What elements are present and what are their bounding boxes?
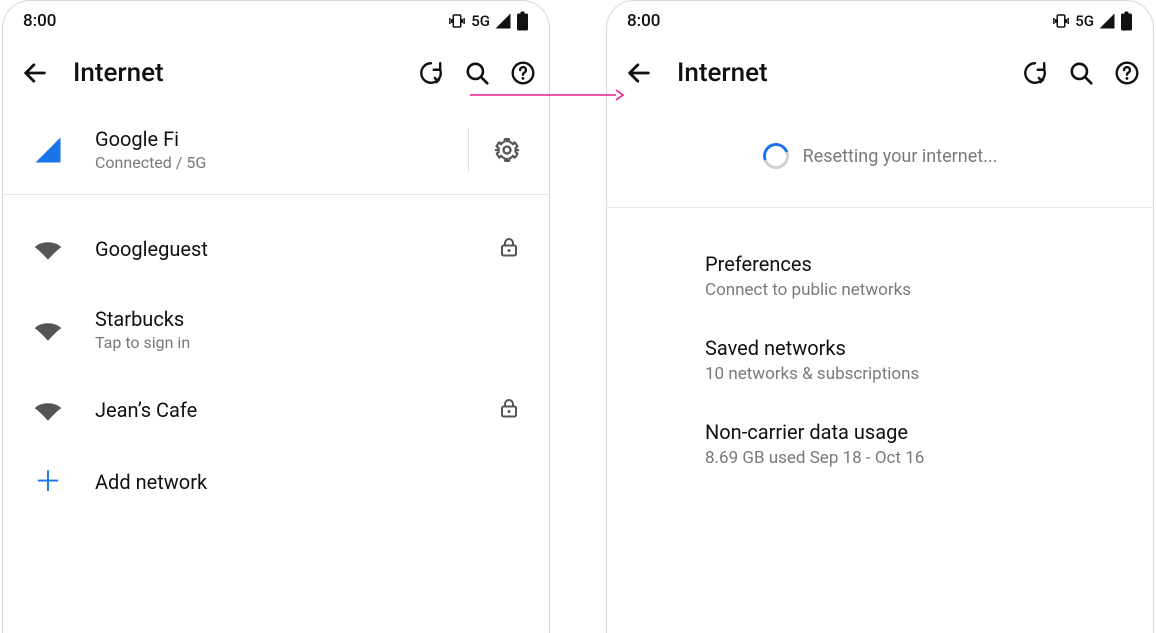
back-button[interactable] — [625, 59, 653, 87]
toolbar: Internet — [3, 41, 549, 105]
network-type-label: 5G — [1075, 12, 1094, 30]
status-icons: 5G — [1051, 11, 1133, 31]
phone-screen-before: 8:00 5G Internet — [2, 0, 550, 633]
carrier-settings-button[interactable] — [493, 136, 521, 164]
status-bar: 8:00 5G — [607, 1, 1153, 41]
carrier-status: Connected / 5G — [95, 153, 414, 172]
help-button[interactable] — [1113, 59, 1141, 87]
resetting-status: Resetting your internet... — [607, 105, 1153, 207]
search-button[interactable] — [463, 59, 491, 87]
wifi-row[interactable]: Starbucks Tap to sign in — [3, 285, 549, 374]
page-title: Internet — [73, 58, 417, 88]
phone-screen-after: 8:00 5G Internet — [606, 0, 1154, 633]
wifi-name: Googleguest — [95, 237, 467, 261]
add-network-row[interactable]: ＋ Add network — [3, 446, 549, 518]
wifi-icon — [31, 318, 65, 342]
status-bar: 8:00 5G — [3, 1, 549, 41]
add-network-label: Add network — [95, 470, 521, 494]
vibrate-icon — [1051, 12, 1071, 30]
help-button[interactable] — [509, 59, 537, 87]
lock-icon — [497, 235, 521, 263]
wifi-row[interactable]: Googleguest — [3, 213, 549, 285]
saved-networks-row[interactable]: Saved networks 10 networks & subscriptio… — [677, 318, 1153, 402]
battery-icon — [516, 11, 529, 31]
wifi-icon — [31, 398, 65, 422]
settings-section: Preferences Connect to public networks S… — [607, 226, 1153, 486]
toolbar: Internet — [607, 41, 1153, 105]
reset-button[interactable] — [1021, 59, 1049, 87]
page-title: Internet — [677, 58, 1021, 88]
wifi-row[interactable]: Jean’s Cafe — [3, 374, 549, 446]
wifi-name: Starbucks — [95, 307, 491, 331]
status-icons: 5G — [447, 11, 529, 31]
signal-icon — [1098, 12, 1116, 30]
status-time: 8:00 — [627, 11, 660, 31]
preferences-row[interactable]: Preferences Connect to public networks — [677, 234, 1153, 318]
vibrate-icon — [447, 12, 467, 30]
network-type-label: 5G — [471, 12, 490, 30]
cellular-signal-icon — [31, 135, 65, 165]
row-title: Preferences — [705, 252, 1125, 276]
carrier-row[interactable]: Google Fi Connected / 5G — [3, 105, 549, 194]
signal-icon — [494, 12, 512, 30]
row-subtitle: 10 networks & subscriptions — [705, 364, 1125, 384]
divider — [468, 128, 469, 172]
plus-icon: ＋ — [31, 468, 65, 496]
row-title: Saved networks — [705, 336, 1125, 360]
lock-icon — [497, 396, 521, 424]
wifi-icon — [31, 237, 65, 261]
reset-button[interactable] — [417, 59, 445, 87]
row-title: Non-carrier data usage — [705, 420, 1125, 444]
network-list: Google Fi Connected / 5G Googleguest — [3, 105, 549, 518]
status-time: 8:00 — [23, 11, 56, 31]
spinner-icon — [758, 139, 793, 174]
battery-icon — [1120, 11, 1133, 31]
wifi-name: Jean’s Cafe — [95, 398, 467, 422]
carrier-name: Google Fi — [95, 127, 414, 151]
row-subtitle: 8.69 GB used Sep 18 - Oct 16 — [705, 448, 1125, 468]
search-button[interactable] — [1067, 59, 1095, 87]
back-button[interactable] — [21, 59, 49, 87]
row-subtitle: Connect to public networks — [705, 280, 1125, 300]
data-usage-row[interactable]: Non-carrier data usage 8.69 GB used Sep … — [677, 402, 1153, 486]
wifi-status: Tap to sign in — [95, 333, 491, 352]
resetting-label: Resetting your internet... — [803, 146, 998, 167]
